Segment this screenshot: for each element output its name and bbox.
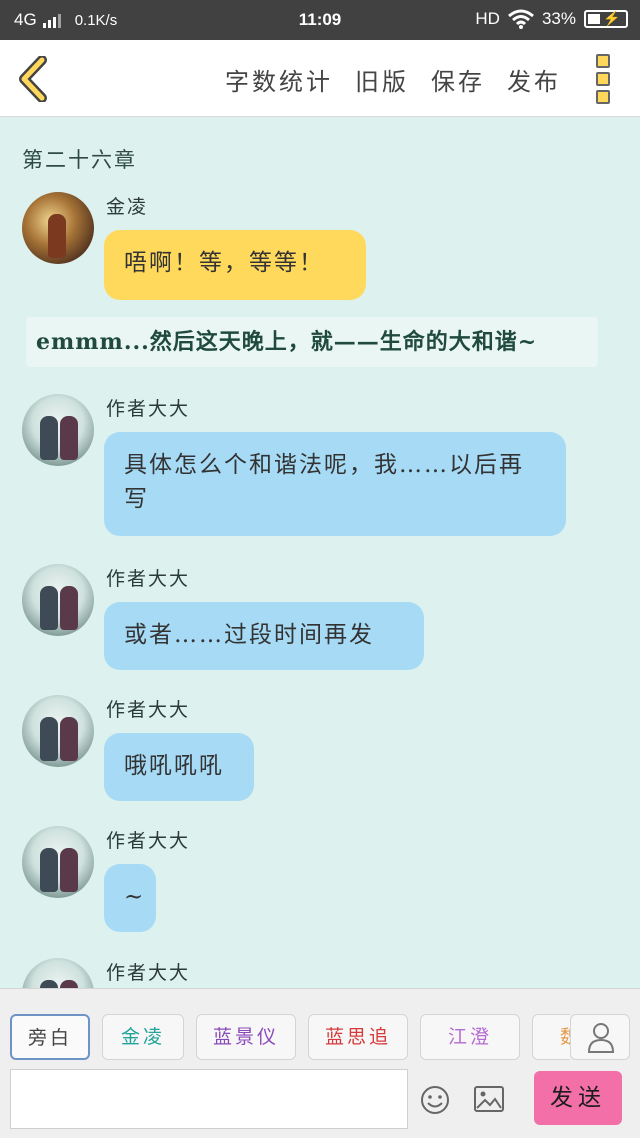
author-avatar[interactable] [22,394,94,466]
top-nav: 字数统计 旧版 保存 发布 [0,40,640,117]
back-arrow-icon[interactable] [16,56,50,102]
chapter-title: 第二十六章 [22,148,137,172]
sender-name: 作者大大 [106,699,191,721]
message-bubble[interactable]: 或者……过段时间再发 [104,602,424,670]
author-avatar[interactable] [22,958,94,988]
composer-panel: 旁白 金凌 蓝景仪 蓝思追 江澄 魏无 发送 [0,988,640,1138]
role-wei-wu[interactable]: 魏无 [532,1014,570,1060]
message-jin-ling: 金凌 唔啊！等，等等！ [22,192,622,304]
status-bar: 4G 0.1K/s 11:09 HD 33% ⚡ [0,0,640,40]
role-jiang-cheng[interactable]: 江澄 [420,1014,520,1060]
message-author: 作者大大 具体怎么个和谐法呢，我……以后再写 [22,394,622,544]
publish-button[interactable]: 发布 [507,62,561,97]
word-count-button[interactable]: 字数统计 [225,62,333,97]
send-button[interactable]: 发送 [534,1071,622,1125]
message-bubble[interactable]: 哦吼吼吼 [104,733,254,801]
role-narrator[interactable]: 旁白 [10,1014,90,1060]
message-bubble[interactable]: 具体怎么个和谐法呢，我……以后再写 [104,432,566,536]
narration-line[interactable]: emmm...然后这天晚上，就——生命的大和谐~ [26,317,598,367]
image-icon[interactable] [474,1086,504,1112]
person-icon [587,1023,615,1053]
message-author: 作者大大 或者……过段时间再发 [22,564,622,674]
author-avatar[interactable] [22,695,94,767]
sender-name: 作者大大 [106,568,191,590]
wifi-icon [508,9,534,29]
emoji-icon[interactable] [420,1085,450,1115]
message-bubble[interactable]: 唔啊！等，等等！ [104,230,366,300]
message-input[interactable] [10,1069,408,1129]
sender-name: 作者大大 [106,830,191,852]
author-avatar[interactable] [22,826,94,898]
battery-percent: 33% [541,9,576,28]
chat-area: 第二十六章 金凌 唔啊！等，等等！ emmm...然后这天晚上，就——生命的大和… [0,118,640,988]
message-author: 作者大大 ~ [22,826,622,936]
sender-name: 作者大大 [106,398,191,420]
role-selector: 旁白 金凌 蓝景仪 蓝思追 江澄 魏无 [10,1014,570,1060]
message-bubble[interactable]: ~ [104,864,156,932]
battery-icon: ⚡ [584,10,628,28]
sender-name: 金凌 [106,196,149,218]
sender-name: 作者大大 [106,962,191,984]
more-menu-icon[interactable] [596,54,614,104]
old-version-button[interactable]: 旧版 [355,62,409,97]
role-lan-jingyi[interactable]: 蓝景仪 [196,1014,296,1060]
character-manage-button[interactable] [570,1014,630,1060]
hd-indicator: HD [475,9,500,28]
message-author: 作者大大 哦吼吼吼 [22,695,622,805]
role-jin-ling[interactable]: 金凌 [102,1014,184,1060]
jin-ling-avatar[interactable] [22,192,94,264]
message-author: 作者大大 [22,958,622,988]
save-button[interactable]: 保存 [431,62,485,97]
author-avatar[interactable] [22,564,94,636]
role-lan-sizhui[interactable]: 蓝思追 [308,1014,408,1060]
